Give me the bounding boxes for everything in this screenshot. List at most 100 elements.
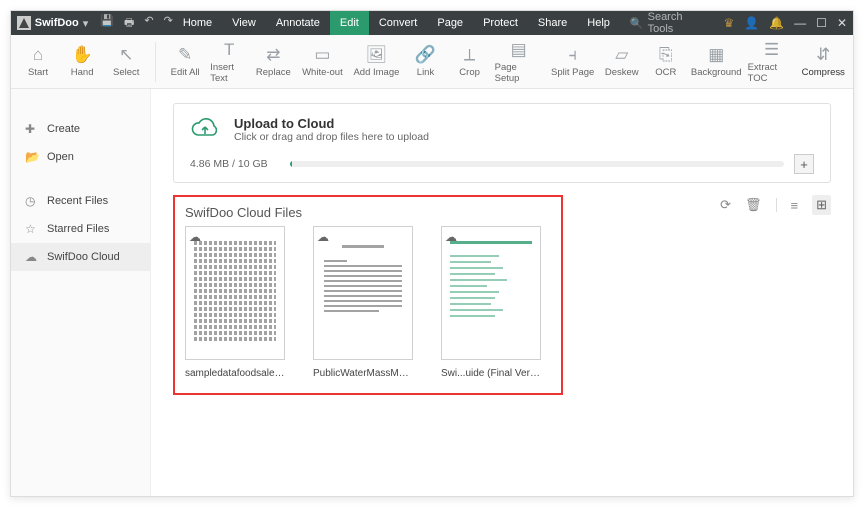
ribbon-background[interactable]: ▦Background — [691, 38, 742, 86]
search-icon: 🔍 — [630, 17, 644, 30]
minimize-button[interactable]: — — [794, 16, 806, 30]
app-logo-icon — [17, 16, 31, 30]
storage-progress-bar — [290, 161, 784, 167]
file-thumbnail: ☁ — [185, 226, 285, 360]
add-storage-button[interactable]: + — [794, 154, 814, 174]
text-icon: T — [224, 40, 234, 60]
premium-icon[interactable]: ♛ — [724, 16, 735, 30]
maximize-button[interactable]: ☐ — [816, 16, 827, 30]
ribbon-crop[interactable]: ⟂Crop — [451, 38, 489, 86]
collapse-ribbon-icon[interactable]: ⌃ — [836, 71, 845, 84]
menu-annotate[interactable]: Annotate — [266, 11, 330, 35]
view-grid-button[interactable]: ⊞ — [812, 195, 831, 215]
main-menu: Home View Annotate Edit Convert Page Pro… — [173, 11, 712, 35]
file-thumbnail: ☁ — [313, 226, 413, 360]
ribbon-edit-all[interactable]: ✎ Edit All — [166, 38, 204, 86]
view-list-button[interactable]: ≡ — [791, 198, 799, 213]
upload-subtitle: Click or drag and drop files here to upl… — [234, 131, 429, 143]
ribbon-extract-toc[interactable]: ☰Extract TOC — [748, 38, 796, 86]
user-icon[interactable]: 👤 — [744, 16, 759, 30]
menu-help[interactable]: Help — [577, 11, 620, 35]
file-name: Swi...uide (Final Version).pdf — [441, 368, 541, 379]
ribbon-label: Insert Text — [210, 62, 248, 84]
cloud-upload-icon — [190, 114, 220, 144]
ribbon-split-page[interactable]: ⫞Split Page — [549, 38, 597, 86]
main-panel: Upload to Cloud Click or drag and drop f… — [151, 89, 853, 496]
home-icon: ⌂ — [33, 45, 43, 65]
ribbon-link[interactable]: 🔗 Link — [406, 38, 444, 86]
files-header-tools: ⟳ 🗑 ≡ ⊞ — [720, 195, 831, 215]
ribbon-toolbar: ⌂Start ✋ Hand ↖Select ✎ Edit All TInsert T… — [11, 35, 853, 89]
dropdown-icon[interactable]: ▾ — [83, 17, 89, 30]
delete-button[interactable]: 🗑 — [745, 197, 762, 213]
menu-protect[interactable]: Protect — [473, 11, 528, 35]
sidebar-item-open[interactable]: 📂Open — [11, 143, 150, 171]
storage-progress-fill — [290, 161, 292, 167]
file-name: PublicWaterMassMailing.pdf — [313, 368, 413, 379]
sidebar-item-starred[interactable]: ☆Starred Files — [11, 215, 150, 243]
deskew-icon: ▱ — [615, 45, 628, 65]
sidebar: ✚Create 📂Open ◷ Recent Files ☆Starred Fil… — [11, 89, 151, 496]
separator — [776, 198, 777, 212]
menu-share[interactable]: Share — [528, 11, 577, 35]
ribbon-label: Crop — [459, 67, 480, 78]
search-tools[interactable]: 🔍 Search Tools — [620, 11, 712, 35]
menu-page[interactable]: Page — [427, 11, 473, 35]
ribbon-page-setup[interactable]: ▤Page Setup — [495, 38, 543, 86]
ribbon-label: Page Setup — [495, 62, 543, 84]
ribbon-ocr[interactable]: ⎘OCR — [647, 38, 685, 86]
page-setup-icon: ▤ — [511, 40, 527, 60]
ribbon-label: Edit All — [171, 67, 200, 78]
sidebar-item-label: Recent Files — [47, 195, 108, 207]
ribbon-start[interactable]: ⌂Start — [19, 38, 57, 86]
ribbon-label: OCR — [655, 67, 676, 78]
edit-icon: ✎ — [178, 45, 192, 65]
ribbon-whiteout[interactable]: ▭White-out — [298, 38, 346, 86]
close-button[interactable]: ✕ — [837, 16, 847, 30]
hand-icon: ✋ — [72, 45, 93, 65]
cloud-badge-icon: ☁ — [445, 230, 457, 244]
file-item[interactable]: ☁ PublicWaterMassMailing.pdf — [313, 226, 413, 379]
separator — [155, 42, 156, 82]
ribbon-label: Hand — [71, 67, 94, 78]
storage-usage-text: 4.86 MB / 10 GB — [190, 158, 280, 170]
ribbon-insert-text[interactable]: TInsert Text — [210, 38, 248, 86]
ribbon-hand[interactable]: ✋ Hand — [63, 38, 101, 86]
refresh-button[interactable]: ⟳ — [720, 197, 731, 213]
sidebar-item-label: Open — [47, 151, 74, 163]
file-item[interactable]: ☁ sampledatafoodsales.pdf — [185, 226, 285, 379]
menu-convert[interactable]: Convert — [369, 11, 428, 35]
upload-header: Upload to Cloud Click or drag and drop f… — [190, 114, 814, 144]
cloud-files-highlight: SwifDoo Cloud Files ☁ sampledatafoodsale… — [173, 195, 563, 395]
ribbon-select[interactable]: ↖Select — [107, 38, 145, 86]
sidebar-item-create[interactable]: ✚Create — [11, 115, 150, 143]
titlebar: SwifDoo ▾ 💾 🖶 ↶ ↷ Home View Annotate Edi… — [11, 11, 853, 35]
create-icon: ✚ — [25, 122, 39, 136]
menu-edit[interactable]: Edit — [330, 11, 369, 35]
redo-icon[interactable]: ↷ — [164, 14, 173, 33]
ribbon-label: Select — [113, 67, 139, 78]
save-icon[interactable]: 💾 — [100, 14, 114, 33]
cloud-badge-icon: ☁ — [317, 230, 329, 244]
window-controls: ♛ 👤 🔔 — ☐ ✕ — [724, 16, 848, 30]
ribbon-label: Background — [691, 67, 742, 78]
ribbon-deskew[interactable]: ▱Deskew — [603, 38, 641, 86]
ribbon-add-image[interactable]: 🖼Add Image — [352, 38, 400, 86]
compress-icon: ⇵ — [816, 45, 830, 65]
bell-icon[interactable]: 🔔 — [769, 16, 784, 30]
sidebar-item-recent[interactable]: ◷ Recent Files — [11, 187, 150, 215]
ribbon-replace[interactable]: ⇄Replace — [254, 38, 292, 86]
clock-icon: ◷ — [25, 194, 39, 208]
print-icon[interactable]: 🖶 — [124, 14, 134, 33]
undo-icon[interactable]: ↶ — [144, 14, 153, 33]
upload-box[interactable]: Upload to Cloud Click or drag and drop f… — [173, 103, 831, 183]
image-icon: 🖼 — [366, 45, 388, 65]
split-icon: ⫞ — [568, 45, 577, 65]
menu-view[interactable]: View — [222, 11, 266, 35]
star-icon: ☆ — [25, 222, 39, 236]
file-item[interactable]: ☁ Swi...uide (Final Version).pdf — [441, 226, 541, 379]
link-icon: 🔗 — [415, 45, 436, 65]
menu-home[interactable]: Home — [173, 11, 222, 35]
ribbon-label: Link — [417, 67, 434, 78]
sidebar-item-cloud[interactable]: ☁SwifDoo Cloud — [11, 243, 150, 271]
